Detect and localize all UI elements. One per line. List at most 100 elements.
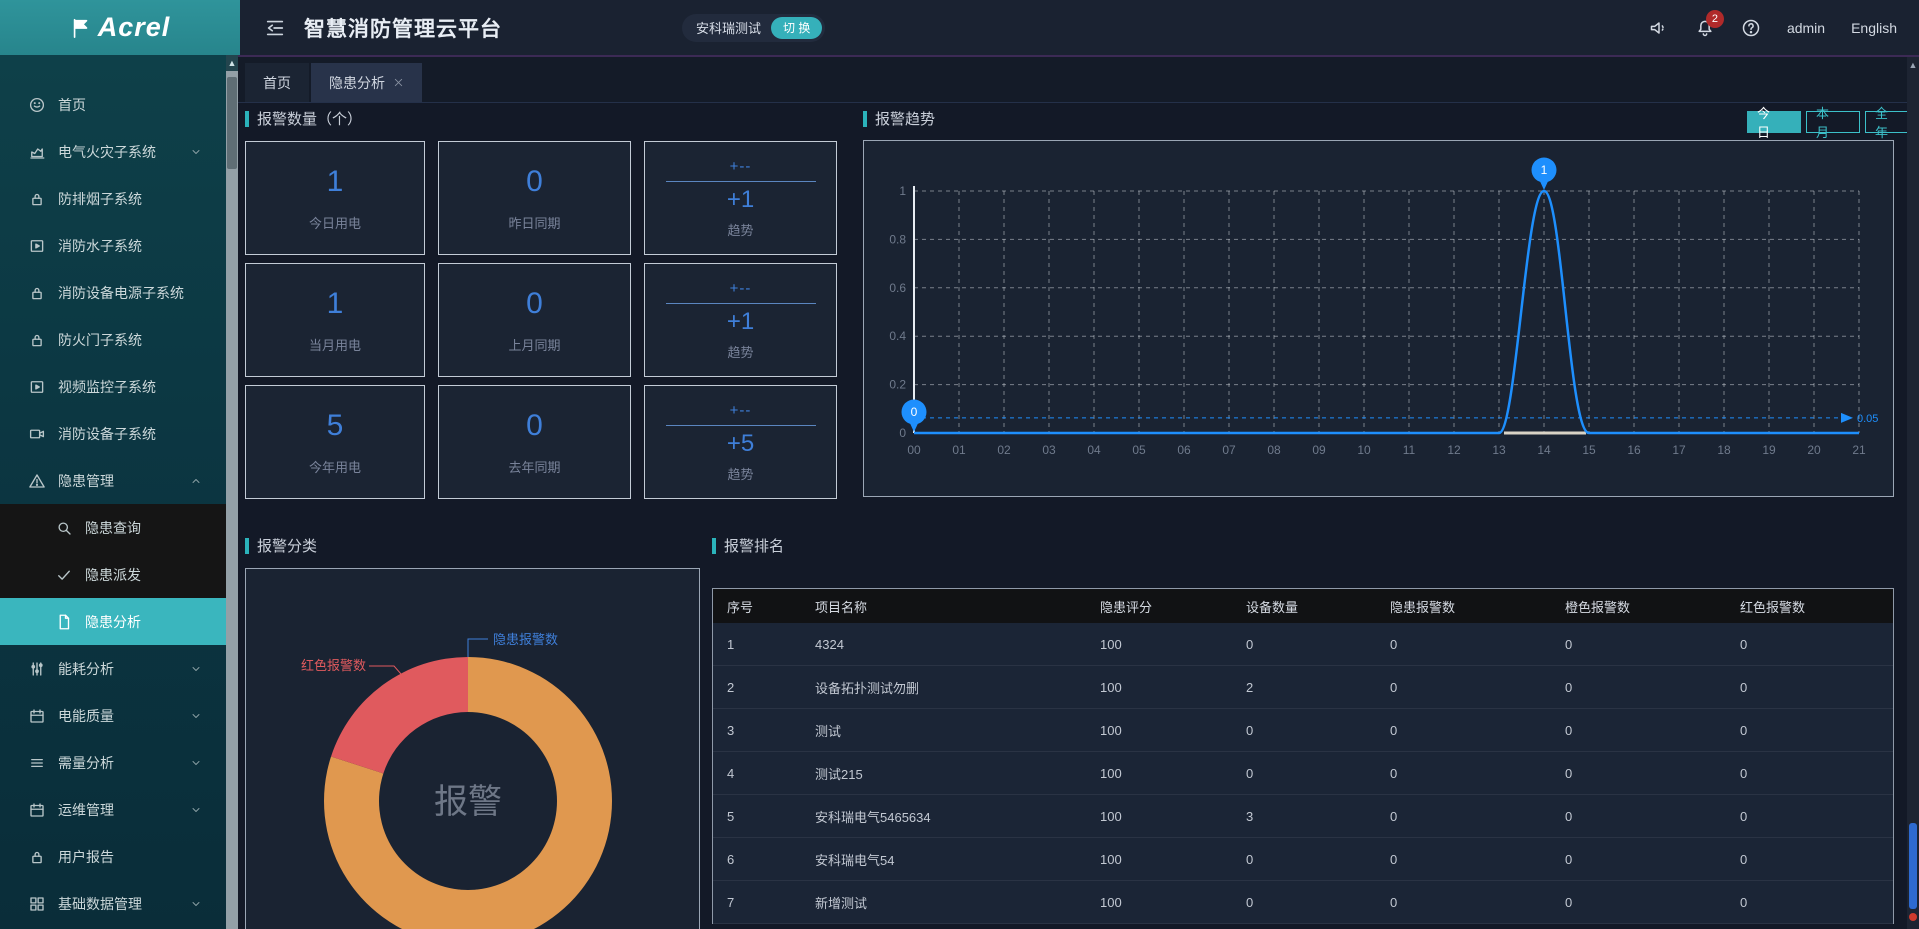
sidebar-item[interactable]: 隐患分析 (0, 598, 226, 645)
tab-隐患分析[interactable]: 隐患分析 (311, 63, 422, 102)
sidebar-item-label: 隐患管理 (58, 471, 114, 491)
language-switch[interactable]: English (1851, 20, 1897, 36)
trend-range-buttons: 今 日本 月全 年 (1747, 111, 1919, 133)
bell-icon[interactable]: 2 (1695, 18, 1715, 38)
help-icon[interactable] (1741, 18, 1761, 38)
alarm-trend-chart: 00.20.40.60.8100010203040506070809101112… (863, 140, 1894, 497)
table-cell: 0 (1726, 881, 1895, 923)
search-icon (55, 519, 73, 537)
main-scrollbar[interactable]: ▲ (1907, 57, 1919, 929)
table-row[interactable]: 5安科瑞电气54656341003000 (713, 795, 1893, 838)
sidebar-item-label: 消防设备子系统 (58, 424, 156, 444)
card-label: 趋势 (727, 220, 753, 239)
doc-icon (55, 613, 73, 631)
page-title: 智慧消防管理云平台 (304, 13, 502, 43)
table-cell: 0 (1376, 666, 1551, 708)
collapse-menu-icon[interactable] (264, 17, 286, 39)
sidebar-item[interactable]: 视频监控子系统 (0, 363, 226, 410)
sidebar-item[interactable]: 用户报告 (0, 833, 226, 880)
chevron-up-icon (190, 475, 202, 487)
sidebar-scroll-thumb[interactable] (227, 77, 237, 169)
main-scroll-thumb[interactable] (1909, 823, 1917, 909)
sidebar-item[interactable]: 隐患管理 (0, 457, 226, 504)
trend-card: +-- +1 趋势 (644, 141, 837, 255)
table-row[interactable]: 4测试2151000000 (713, 752, 1893, 795)
sidebar-item[interactable]: 运维管理 (0, 786, 226, 833)
svg-text:03: 03 (1042, 443, 1056, 457)
sidebar-item-label: 隐患分析 (85, 612, 141, 632)
alarm-category-chart: 隐患报警数红色报警数报警 (245, 568, 700, 929)
table-cell: 0 (1376, 838, 1551, 880)
check-icon (55, 566, 73, 584)
table-row[interactable]: 6安科瑞电气541000000 (713, 838, 1893, 881)
sidebar-scrollbar[interactable]: ▲ (226, 55, 238, 929)
table-cell: 0 (1551, 881, 1726, 923)
user-menu[interactable]: admin (1787, 20, 1825, 36)
table-cell: 0 (1726, 838, 1895, 880)
card-value: 0 (526, 165, 543, 199)
sidebar-item[interactable]: 能耗分析 (0, 645, 226, 692)
svg-text:09: 09 (1312, 443, 1326, 457)
trend-range-button[interactable]: 本 月 (1806, 111, 1860, 133)
svg-text:20: 20 (1807, 443, 1821, 457)
table-cell: 100 (1086, 795, 1232, 837)
table-cell: 新增测试 (801, 881, 1086, 923)
table-row[interactable]: 143241000000 (713, 623, 1893, 666)
table-cell: 0 (1376, 623, 1551, 665)
sidebar-item[interactable]: 隐患查询 (0, 504, 226, 551)
lock-icon (28, 284, 46, 302)
sidebar-item[interactable]: 防火门子系统 (0, 316, 226, 363)
sidebar-item[interactable]: 隐患派发 (0, 551, 226, 598)
sidebar-item[interactable]: 消防设备电源子系统 (0, 269, 226, 316)
table-cell: 0 (1232, 752, 1376, 794)
table-cell: 5 (713, 795, 801, 837)
switch-project-button[interactable]: 切 换 (771, 17, 822, 39)
table-cell: 0 (1376, 752, 1551, 794)
chevron-down-icon (190, 663, 202, 675)
table-cell: 0 (1726, 623, 1895, 665)
close-icon[interactable] (393, 77, 404, 88)
chart-markpoint: 1 (1532, 158, 1557, 191)
sidebar-scroll-up-icon[interactable]: ▲ (226, 55, 238, 71)
chevron-down-icon (190, 757, 202, 769)
speaker-icon[interactable] (1649, 18, 1669, 38)
trend-range-button[interactable]: 今 日 (1747, 111, 1801, 133)
logo: Acrel (0, 0, 240, 55)
chart-icon (28, 143, 46, 161)
table-cell: 4 (713, 752, 801, 794)
sidebar-item[interactable]: 电气火灾子系统 (0, 128, 226, 175)
main-scroll-up-icon[interactable]: ▲ (1907, 57, 1919, 73)
sidebar-item[interactable]: 消防设备子系统 (0, 410, 226, 457)
stat-card: 1 当月用电 (245, 263, 425, 377)
chevron-down-icon (190, 898, 202, 910)
sidebar-item[interactable]: 防排烟子系统 (0, 175, 226, 222)
svg-text:0.8: 0.8 (889, 232, 906, 246)
table-header-cell: 项目名称 (801, 589, 1086, 623)
play-square-icon (28, 378, 46, 396)
stat-card: 0 去年同期 (438, 385, 631, 499)
sidebar-item[interactable]: 消防水子系统 (0, 222, 226, 269)
sidebar-item[interactable]: 需量分析 (0, 739, 226, 786)
smile-icon (28, 96, 46, 114)
sidebar-item[interactable]: 电能质量 (0, 692, 226, 739)
svg-text:12: 12 (1447, 443, 1461, 457)
table-cell: 100 (1086, 881, 1232, 923)
tab-首页[interactable]: 首页 (245, 63, 309, 102)
table-row[interactable]: 7新增测试1000000 (713, 881, 1893, 924)
svg-text:07: 07 (1222, 443, 1236, 457)
table-cell: 3 (1232, 795, 1376, 837)
alarm-category-title: 报警分类 (245, 535, 317, 556)
header-actions: 2 admin English (1649, 0, 1897, 55)
table-row[interactable]: 3测试1000000 (713, 709, 1893, 752)
table-row[interactable]: 2设备拓扑测试勿删1002000 (713, 666, 1893, 709)
donut-slice[interactable] (331, 657, 468, 773)
sidebar-item-label: 消防设备电源子系统 (58, 283, 184, 303)
sidebar-item[interactable]: 基础数据管理 (0, 880, 226, 927)
stat-card: 5 今年用电 (245, 385, 425, 499)
card-label: 当月用电 (309, 335, 361, 354)
table-cell: 100 (1086, 666, 1232, 708)
sliders-icon (28, 660, 46, 678)
sidebar-item-label: 消防水子系统 (58, 236, 142, 256)
sidebar-item[interactable]: 首页 (0, 81, 226, 128)
table-cell: 100 (1086, 709, 1232, 751)
